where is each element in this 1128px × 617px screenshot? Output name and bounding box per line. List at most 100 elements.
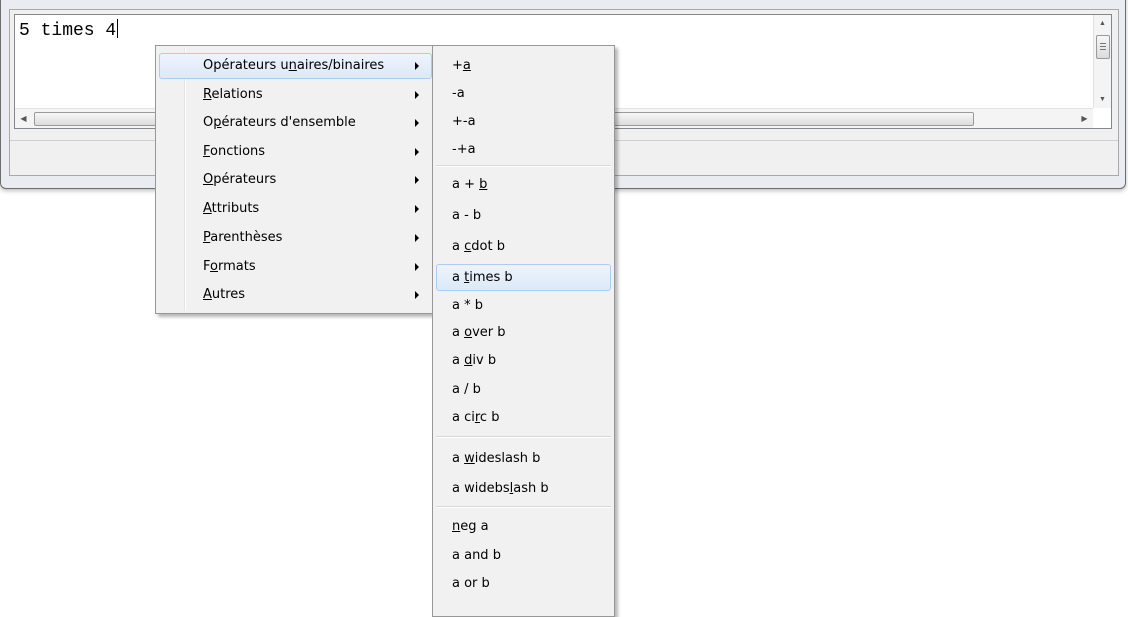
accelerator-key: A [203,287,212,302]
submenu-item-a-+-b[interactable]: a + b [436,171,611,198]
label-text: dot b [471,239,505,254]
label-text: utres [211,287,246,302]
grip-line [1100,46,1106,47]
vertical-scrollbar[interactable]: ▲ ▼ [1093,15,1111,108]
label-text: elations [211,87,263,102]
text-caret [117,19,119,38]
submenu-item-a-wideslash-b[interactable]: a wideslash b [436,445,611,472]
submenu-item-a-*-b[interactable]: a * b [436,292,611,319]
submenu-item-neg-a[interactable]: neg a [436,513,611,540]
menu-item-label: a widebslash b [452,481,549,496]
menu-item-label: a and b [452,548,501,563]
menu-item-label: a times b [452,270,513,285]
submenu-item-a-/-b[interactable]: a / b [436,376,611,403]
label-text: a ci [452,410,475,425]
label-text: -+a [452,142,476,157]
label-text: a and b [452,548,501,563]
label-text: ttributs [211,201,260,216]
accelerator-key: n [288,58,297,73]
label-text: iv b [472,353,497,368]
submenu-item-a-widebslash-b[interactable]: a widebslash b [436,475,611,502]
submenu-arrow-icon [415,62,419,70]
menu-item-label: a + b [452,177,487,192]
grip-line [1100,49,1106,50]
accelerator-key: w [464,451,475,466]
menu-item-op-rateurs-d-ensemble[interactable]: Opérateurs d'ensemble [159,110,432,136]
menu-item-autres[interactable]: Autres [159,282,432,308]
submenu-item-a-times-b[interactable]: a times b [436,264,611,291]
unary-binary-operators-submenu: +a -a +-a -+a a + b a - b a cdot b a times b a *… [432,45,615,617]
submenu-item--+a[interactable]: -+a [436,136,611,163]
submenu-item-a-or-b[interactable]: a or b [436,570,611,597]
accelerator-key: F [203,144,211,159]
scroll-right-arrow-icon[interactable]: ▶ [1076,109,1093,128]
label-text: a * b [452,298,483,313]
menu-item-op-rateurs-unaires-binaires[interactable]: Opérateurs unaires/binaires [159,53,432,79]
menu-item-formats[interactable]: Formats [159,254,432,280]
menu-item-label: Opérateurs d'ensemble [203,115,356,130]
submenu-item-+a[interactable]: +a [436,52,611,79]
label-text: Opérateurs u [203,58,289,73]
submenu-arrow-icon [415,119,419,127]
formula-command-text[interactable]: 5 times 4 [19,19,119,41]
submenu-item-a---b[interactable]: a - b [436,202,611,229]
accelerator-key: o [464,325,473,340]
accelerator-key: p [213,115,222,130]
menu-item-label: Relations [203,87,263,102]
label-text: -a [452,86,465,101]
scroll-down-arrow-icon[interactable]: ▼ [1094,91,1111,108]
submenu-arrow-icon [415,291,419,299]
label-text: a widebs [452,481,510,496]
label-text: +-a [452,114,476,129]
menu-item-op-rateurs[interactable]: Opérateurs [159,167,432,193]
menu-item-label: Fonctions [203,144,265,159]
menu-item-attributs[interactable]: Attributs [159,196,432,222]
menu-item-label: Opérateurs [203,172,276,187]
scroll-left-arrow-icon[interactable]: ◀ [15,109,32,128]
menu-item-label: a / b [452,382,481,397]
accelerator-key: A [203,201,212,216]
submenu-item-+-a[interactable]: +-a [436,108,611,135]
vertical-scroll-thumb[interactable] [1096,35,1110,59]
label-text: a + [452,177,480,192]
submenu-item-a-cdot-b[interactable]: a cdot b [436,233,611,260]
menu-item-label: Autres [203,287,245,302]
accelerator-key: O [203,172,214,187]
menu-item-fonctions[interactable]: Fonctions [159,139,432,165]
label-text: rmats [217,259,256,274]
menu-item-label: +-a [452,114,476,129]
menu-item-label: -+a [452,142,476,157]
menu-item-relations[interactable]: Relations [159,82,432,108]
accelerator-key: o [210,259,218,274]
accelerator-key: a [462,58,471,73]
label-text: aires/binaires [296,58,385,73]
submenu-item-a-and-b[interactable]: a and b [436,542,611,569]
label-text: F [203,259,211,274]
menu-item-label: a div b [452,353,496,368]
submenu-item-a-circ-b[interactable]: a circ b [436,404,611,431]
command-text: 5 times 4 [19,21,117,41]
label-text: a [452,451,465,466]
label-text: imes b [469,270,513,285]
menu-separator [436,436,611,438]
submenu-arrow-icon [415,91,419,99]
label-text: onctions [210,144,266,159]
menu-item-label: a wideslash b [452,451,540,466]
submenu-item-a-div-b[interactable]: a div b [436,347,611,374]
label-text: érateurs d'ensemble [221,115,356,130]
label-text: c b [479,410,500,425]
label-text: ver b [472,325,506,340]
accelerator-key: n [452,519,461,534]
label-text: a [452,353,465,368]
menu-item-label: a circ b [452,410,499,425]
scroll-up-arrow-icon[interactable]: ▲ [1094,15,1111,32]
menu-item-label: a over b [452,325,506,340]
submenu-item--a[interactable]: -a [436,80,611,107]
submenu-item-a-over-b[interactable]: a over b [436,319,611,346]
menu-item-label: Attributs [203,201,259,216]
menu-separator [436,165,611,167]
submenu-arrow-icon [415,234,419,242]
submenu-arrow-icon [415,176,419,184]
menu-item-parenth-ses[interactable]: Parenthèses [159,225,432,251]
submenu-arrow-icon [415,263,419,271]
